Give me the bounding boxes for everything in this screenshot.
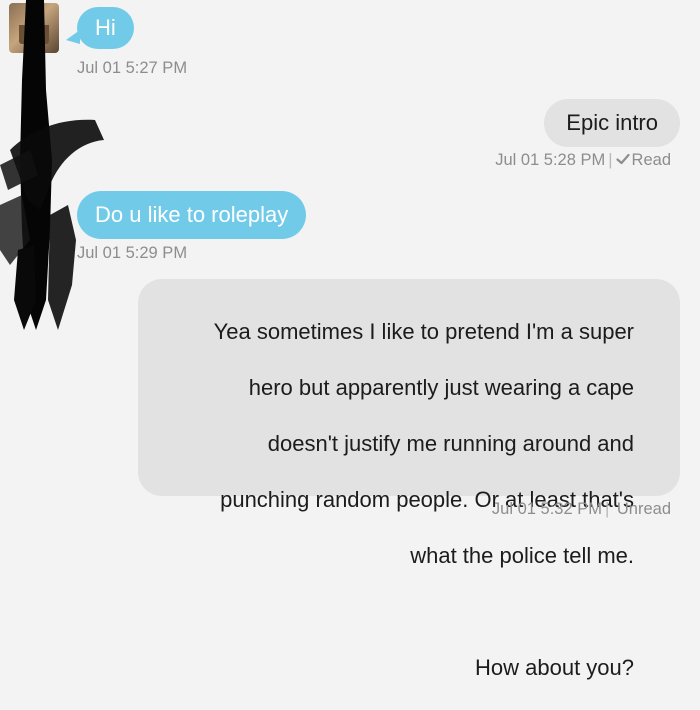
message-line: hero but apparently just wearing a cape — [248, 375, 634, 400]
bubble-tail — [66, 30, 80, 44]
timestamp-text: Jul 01 5:32 PM — [491, 500, 602, 518]
message-meta: Jul 01 5:28 PM | Read — [495, 151, 671, 170]
checkmark-icon — [615, 153, 630, 165]
contact-avatar[interactable] — [9, 3, 59, 53]
avatar-image — [19, 12, 49, 44]
meta-separator: | — [608, 151, 613, 169]
message-text: Hi — [95, 15, 116, 40]
message-line — [158, 598, 634, 626]
read-status: Read — [631, 151, 671, 169]
incoming-message-bubble[interactable]: Do u like to roleplay — [77, 191, 307, 239]
incoming-message-bubble[interactable]: Hi — [77, 7, 134, 49]
message-timestamp: Jul 01 5:29 PM — [77, 244, 187, 263]
message-timestamp: Jul 01 5:27 PM — [77, 59, 187, 78]
outgoing-message-bubble[interactable]: Epic intro — [544, 99, 680, 147]
timestamp-text: Jul 01 5:28 PM — [495, 151, 606, 169]
outgoing-message-bubble[interactable]: Yea sometimes I like to pretend I'm a su… — [138, 279, 680, 680]
meta-separator: | — [604, 500, 610, 518]
message-text: Do u like to roleplay — [95, 202, 289, 227]
timestamp-text: Jul 01 5:27 PM — [77, 59, 188, 77]
timestamp-text: Jul 01 5:29 PM — [77, 244, 188, 262]
message-meta: Jul 01 5:32 PM | Unread — [492, 500, 671, 519]
message-line: what the police tell me. — [410, 543, 634, 568]
message-text: Epic intro — [566, 110, 658, 135]
unread-status: Unread — [616, 500, 671, 518]
message-line: doesn't justify me running around and — [267, 431, 634, 456]
message-line: Yea sometimes I like to pretend I'm a su… — [213, 319, 634, 344]
message-line: How about you? — [475, 655, 634, 680]
